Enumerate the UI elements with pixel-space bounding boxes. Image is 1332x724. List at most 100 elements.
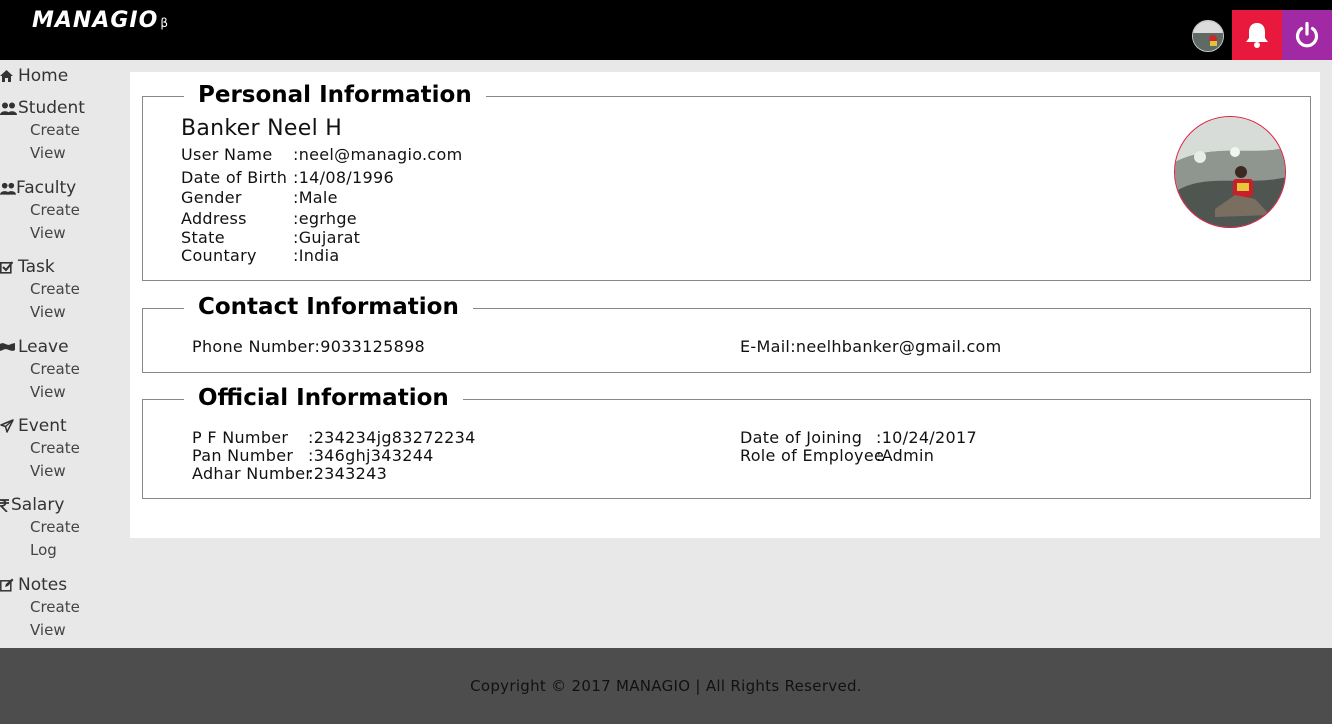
sidebar-item-notes[interactable]: Notes bbox=[0, 574, 130, 596]
sidebar-group-task: Task Create View bbox=[0, 256, 130, 324]
brand-logo-text: MANAGIO bbox=[32, 8, 159, 33]
users-icon bbox=[0, 182, 16, 195]
sidebar-event-label: Event bbox=[18, 416, 67, 436]
profile-photo bbox=[1174, 116, 1286, 228]
gender-label: Gender bbox=[181, 188, 242, 207]
role-row: Role of Employee:Admin bbox=[740, 446, 934, 465]
beta-mark: β bbox=[160, 16, 169, 30]
sidebar-item-event[interactable]: Event bbox=[0, 415, 130, 437]
user-avatar[interactable] bbox=[1192, 20, 1224, 52]
salary-create-link[interactable]: Create bbox=[0, 516, 130, 539]
top-bar: MANAGIO β bbox=[0, 0, 1332, 60]
edit-icon bbox=[0, 578, 18, 592]
adhar-row: Adhar Number:2343243 bbox=[192, 464, 387, 483]
joining-value: 10/24/2017 bbox=[881, 428, 977, 447]
address-label: Address bbox=[181, 209, 247, 228]
profile-photo-image bbox=[1175, 117, 1285, 227]
gender-value: Male bbox=[298, 188, 338, 207]
task-view-link[interactable]: View bbox=[0, 301, 130, 324]
state-value: Gujarat bbox=[298, 228, 361, 247]
phone-label: Phone Number bbox=[192, 337, 315, 356]
sidebar-item-salary[interactable]: Salary bbox=[0, 494, 130, 516]
sidebar-task-label: Task bbox=[18, 257, 55, 277]
pan-value: 346ghj343244 bbox=[313, 446, 434, 465]
profile-name: Banker Neel H bbox=[181, 116, 343, 141]
leave-view-link[interactable]: View bbox=[0, 381, 130, 404]
state-label: State bbox=[181, 228, 225, 247]
home-icon bbox=[0, 70, 18, 82]
event-view-link[interactable]: View bbox=[0, 460, 130, 483]
joining-label: Date of Joining bbox=[740, 428, 863, 447]
sidebar-student-label: Student bbox=[18, 98, 85, 118]
sidebar-home-label: Home bbox=[18, 66, 69, 86]
sidebar-group-salary: Salary Create Log bbox=[0, 494, 130, 562]
sidebar-item-leave[interactable]: Leave bbox=[0, 336, 130, 358]
paper-plane-icon bbox=[0, 419, 18, 433]
faculty-view-link[interactable]: View bbox=[0, 222, 130, 245]
sidebar-leave-label: Leave bbox=[18, 337, 69, 357]
sidebar-faculty-label: Faculty bbox=[16, 178, 77, 198]
state-row: State:Gujarat bbox=[181, 228, 360, 247]
country-row: Countary:India bbox=[181, 246, 339, 265]
pf-value: 234234jg83272234 bbox=[313, 428, 476, 447]
username-value: neel@managio.com bbox=[298, 145, 463, 164]
sidebar-group-leave: Leave Create View bbox=[0, 336, 130, 404]
dob-label: Date of Birth bbox=[181, 168, 288, 187]
address-row: Address:egrhge bbox=[181, 209, 357, 228]
dob-value: 14/08/1996 bbox=[298, 168, 394, 187]
avatar-photo bbox=[1193, 21, 1223, 51]
sidebar: Home Student Create View Faculty Create … bbox=[0, 60, 130, 648]
student-create-link[interactable]: Create bbox=[0, 119, 130, 142]
contact-info-title: Contact Information bbox=[184, 293, 473, 321]
copyright-text: Copyright © 2017 MANAGIO | All Rights Re… bbox=[470, 677, 862, 695]
rupee-icon bbox=[0, 498, 11, 512]
sidebar-group-student: Student Create View bbox=[0, 97, 130, 165]
role-value: Admin bbox=[881, 446, 935, 465]
official-info-title: Official Information bbox=[184, 384, 463, 412]
task-create-link[interactable]: Create bbox=[0, 278, 130, 301]
joining-row: Date of Joining:10/24/2017 bbox=[740, 428, 977, 447]
email-value: neelhbanker@gmail.com bbox=[795, 337, 1002, 356]
sidebar-item-home[interactable]: Home bbox=[0, 65, 130, 87]
adhar-label: Adhar Number bbox=[192, 464, 313, 483]
phone-row: Phone Number:9033125898 bbox=[192, 337, 425, 356]
flag-icon bbox=[0, 342, 18, 353]
event-create-link[interactable]: Create bbox=[0, 437, 130, 460]
pan-row: Pan Number:346ghj343244 bbox=[192, 446, 434, 465]
notifications-button[interactable] bbox=[1232, 10, 1282, 60]
salary-log-link[interactable]: Log bbox=[0, 539, 130, 562]
student-view-link[interactable]: View bbox=[0, 142, 130, 165]
personal-info-title: Personal Information bbox=[184, 81, 486, 109]
address-value: egrhge bbox=[298, 209, 357, 228]
notes-view-link[interactable]: View bbox=[0, 619, 130, 642]
sidebar-item-task[interactable]: Task bbox=[0, 256, 130, 278]
pf-label: P F Number bbox=[192, 428, 289, 447]
email-row: E-Mail:neelhbanker@gmail.com bbox=[740, 337, 1002, 356]
country-label: Countary bbox=[181, 246, 257, 265]
sidebar-item-student[interactable]: Student bbox=[0, 97, 130, 119]
country-value: India bbox=[298, 246, 340, 265]
brand-logo[interactable]: MANAGIO β bbox=[32, 8, 169, 33]
pf-row: P F Number:234234jg83272234 bbox=[192, 428, 476, 447]
adhar-value: 2343243 bbox=[313, 464, 388, 483]
phone-value: 9033125898 bbox=[320, 337, 426, 356]
power-icon bbox=[1295, 21, 1319, 48]
leave-create-link[interactable]: Create bbox=[0, 358, 130, 381]
sidebar-group-notes: Notes Create View bbox=[0, 574, 130, 642]
pan-label: Pan Number bbox=[192, 446, 294, 465]
sidebar-group-faculty: Faculty Create View bbox=[0, 177, 130, 245]
role-label: Role of Employee bbox=[740, 446, 885, 465]
notes-create-link[interactable]: Create bbox=[0, 596, 130, 619]
email-label: E-Mail bbox=[740, 337, 791, 356]
gender-row: Gender:Male bbox=[181, 188, 338, 207]
sidebar-item-faculty[interactable]: Faculty bbox=[0, 177, 130, 199]
logout-button[interactable] bbox=[1282, 10, 1332, 60]
username-row: User Name:neel@managio.com bbox=[181, 145, 462, 164]
sidebar-salary-label: Salary bbox=[11, 495, 65, 515]
dob-row: Date of Birth:14/08/1996 bbox=[181, 168, 394, 187]
footer: Copyright © 2017 MANAGIO | All Rights Re… bbox=[0, 648, 1332, 724]
username-label: User Name bbox=[181, 145, 273, 164]
sidebar-notes-label: Notes bbox=[18, 575, 68, 595]
faculty-create-link[interactable]: Create bbox=[0, 199, 130, 222]
check-square-icon bbox=[0, 260, 18, 274]
